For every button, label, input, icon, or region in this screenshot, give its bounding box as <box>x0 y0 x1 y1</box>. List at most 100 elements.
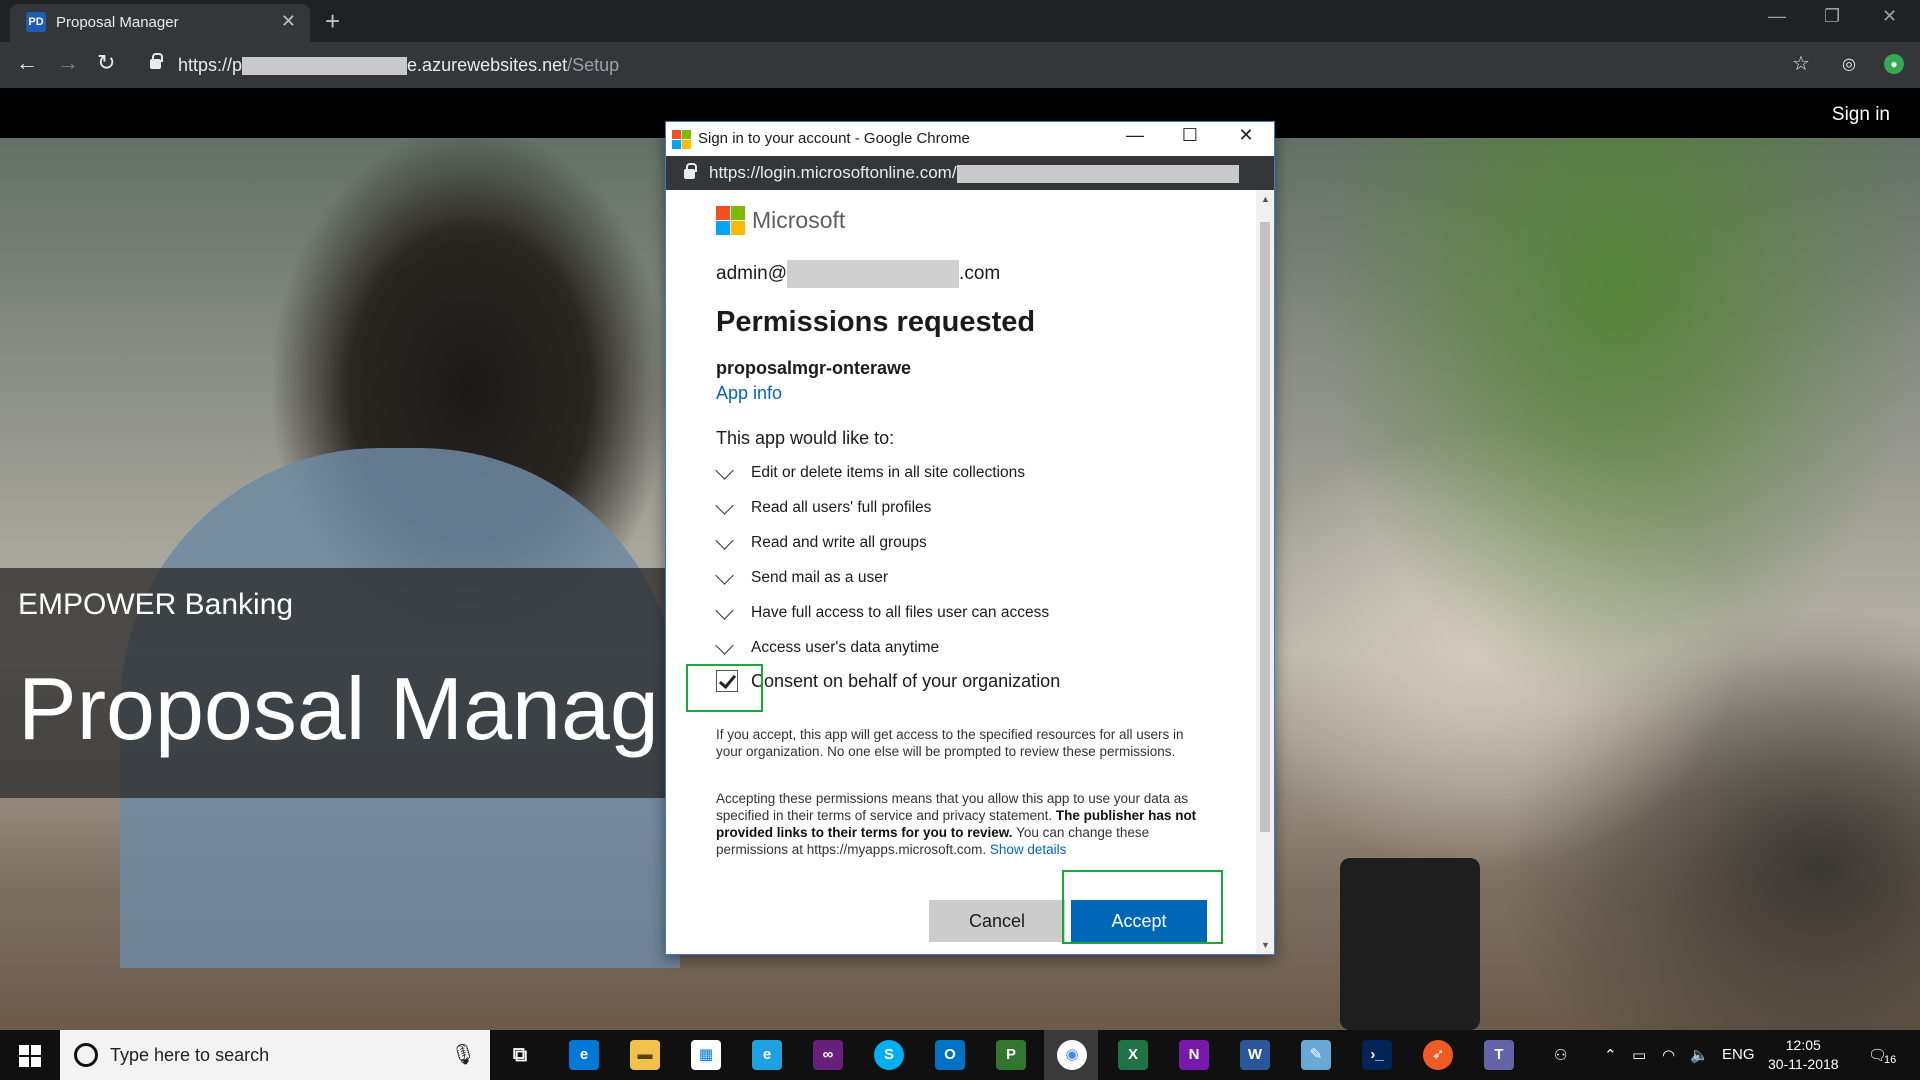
teams-icon[interactable]: T <box>1484 1040 1514 1070</box>
popup-close-icon[interactable]: ✕ <box>1226 125 1266 146</box>
redacted-block <box>787 260 960 288</box>
minimize-icon[interactable]: — <box>1768 6 1786 27</box>
tab-close-icon[interactable]: ✕ <box>281 11 296 32</box>
popup-minimize-icon[interactable]: — <box>1115 125 1155 146</box>
consent-info-text: If you accept, this app will get access … <box>716 727 1184 759</box>
extension-icon[interactable]: ● <box>1884 54 1904 74</box>
file-explorer-icon[interactable]: ▬ <box>630 1040 660 1070</box>
onenote-icon[interactable]: N <box>1179 1040 1209 1070</box>
taskbar-search-box[interactable]: Type here to search 🎙 <box>60 1030 490 1080</box>
new-tab-icon[interactable]: + <box>325 6 340 37</box>
windows-start-icon[interactable] <box>19 1045 41 1067</box>
chevron-down-icon <box>715 496 734 515</box>
permission-item[interactable]: Read and write all groups <box>715 531 1196 567</box>
browser-toolbar: ← → ↻ https://p e.azurewebsites.net/Setup… <box>0 42 1920 88</box>
signin-popup-window: Sign in to your account - Google Chrome … <box>665 121 1275 955</box>
microsoft-logo-icon <box>716 206 745 235</box>
chevron-down-icon <box>715 461 734 480</box>
chrome-icon[interactable]: ◉ <box>1057 1040 1087 1070</box>
store-icon[interactable]: ▦ <box>691 1040 721 1070</box>
edge-icon[interactable]: e <box>569 1040 599 1070</box>
consent-checkbox[interactable] <box>716 670 738 692</box>
microphone-icon[interactable]: 🎙 <box>451 1042 476 1067</box>
page-url: https://p e.azurewebsites.net/Setup <box>178 55 620 76</box>
permission-item[interactable]: Access user's data anytime <box>715 636 1196 672</box>
hero-subtitle: EMPOWER Banking <box>18 588 294 621</box>
app-info-link[interactable]: App info <box>716 383 782 404</box>
volume-icon[interactable]: 🔈 <box>1690 1046 1709 1064</box>
popup-titlebar: Sign in to your account - Google Chrome … <box>666 122 1274 156</box>
cancel-button[interactable]: Cancel <box>929 900 1065 942</box>
scroll-down-icon[interactable]: ▼ <box>1261 940 1270 950</box>
chevron-up-icon[interactable]: ⌃ <box>1604 1046 1617 1064</box>
chevron-down-icon <box>715 531 734 550</box>
lock-icon <box>150 53 163 69</box>
cortana-icon <box>74 1043 98 1067</box>
back-icon[interactable]: ← <box>16 50 38 76</box>
excel-icon[interactable]: X <box>1118 1040 1148 1070</box>
permission-item[interactable]: Edit or delete items in all site collect… <box>715 461 1196 497</box>
app-name: proposalmgr-onterawe <box>716 358 912 378</box>
reload-icon[interactable]: ↻ <box>97 50 115 76</box>
battery-icon[interactable]: ▭ <box>1632 1046 1646 1064</box>
sign-in-link[interactable]: Sign in <box>1832 104 1890 126</box>
task-view-icon[interactable]: ⧉ <box>505 1040 535 1070</box>
notification-count: 16 <box>1884 1054 1897 1066</box>
forward-icon[interactable]: → <box>57 50 79 76</box>
popup-maximize-icon[interactable]: ☐ <box>1170 125 1210 146</box>
people-icon[interactable]: ⚇ <box>1554 1046 1567 1064</box>
project-icon[interactable]: P <box>996 1040 1026 1070</box>
skype-icon[interactable]: S <box>874 1040 904 1070</box>
outlook-icon[interactable]: O <box>935 1040 965 1070</box>
hero-title: Proposal Manag <box>18 659 659 758</box>
lock-icon <box>684 163 697 179</box>
language-indicator[interactable]: ENG <box>1722 1046 1755 1063</box>
tab-title: Proposal Manager <box>56 14 179 31</box>
terms-info-text: Accepting these permissions means that y… <box>716 791 1197 857</box>
incognito-icon[interactable]: ◎ <box>1842 54 1856 74</box>
permission-item[interactable]: Read all users' full profiles <box>715 496 1196 532</box>
address-bar[interactable]: https://p e.azurewebsites.net/Setup <box>140 49 1770 83</box>
clock-date: 30-11-2018 <box>1768 1056 1839 1072</box>
clock-time: 12:05 <box>1785 1037 1821 1053</box>
visual-studio-icon[interactable]: ∞ <box>813 1040 843 1070</box>
permission-item[interactable]: Have full access to all files user can a… <box>715 601 1196 637</box>
close-window-icon[interactable]: ✕ <box>1882 6 1897 27</box>
popup-scrollbar[interactable]: ▲ ▼ <box>1256 190 1274 954</box>
restore-icon[interactable]: ❐ <box>1824 6 1840 27</box>
postman-icon[interactable]: ➶ <box>1423 1040 1453 1070</box>
scroll-thumb[interactable] <box>1260 222 1270 832</box>
ie-icon[interactable]: e <box>752 1040 782 1070</box>
browser-tabbar: PD Proposal Manager ✕ + — ❐ ✕ <box>0 0 1920 42</box>
permissions-intro: This app would like to: <box>716 428 895 448</box>
scroll-up-icon[interactable]: ▲ <box>1261 194 1270 204</box>
show-details-link[interactable]: Show details <box>990 842 1067 857</box>
powershell-icon[interactable]: ›_ <box>1362 1040 1392 1070</box>
microsoft-logo-small-icon <box>672 130 691 149</box>
windows-taskbar: Type here to search 🎙 ⧉ e ▬ ▦ e ∞ S O P … <box>0 1030 1920 1080</box>
bookmark-star-icon[interactable]: ☆ <box>1792 51 1810 76</box>
tab-proposal-manager[interactable]: PD Proposal Manager ✕ <box>10 4 310 42</box>
background-pencil-cup <box>1340 858 1480 1030</box>
popup-title: Sign in to your account - Google Chrome <box>698 130 970 147</box>
microsoft-wordmark: Microsoft <box>752 207 846 233</box>
redacted-block <box>956 164 1239 183</box>
paint-icon[interactable]: ✎ <box>1301 1040 1331 1070</box>
proposal-manager-favicon-icon: PD <box>26 12 46 32</box>
redacted-block <box>242 57 408 76</box>
wifi-icon[interactable]: ◠ <box>1662 1046 1675 1064</box>
hero-banner: EMPOWER Banking Proposal Manag <box>0 568 665 798</box>
chevron-down-icon <box>715 636 734 655</box>
consent-label[interactable]: Consent on behalf of your organization <box>751 671 1060 692</box>
popup-address-bar: https://login.microsoftonline.com/ <box>666 156 1274 190</box>
search-placeholder: Type here to search <box>110 1045 270 1065</box>
system-clock[interactable]: 12:05 30-11-2018 <box>1768 1036 1839 1074</box>
accept-button[interactable]: Accept <box>1071 900 1207 942</box>
popup-url: https://login.microsoftonline.com/ <box>709 163 1239 183</box>
account-email: admin@ .com <box>716 260 1000 288</box>
permission-item[interactable]: Send mail as a user <box>715 566 1196 602</box>
chevron-down-icon <box>715 601 734 620</box>
page-title: Permissions requested <box>716 306 1036 338</box>
word-icon[interactable]: W <box>1240 1040 1270 1070</box>
chevron-down-icon <box>715 566 734 585</box>
